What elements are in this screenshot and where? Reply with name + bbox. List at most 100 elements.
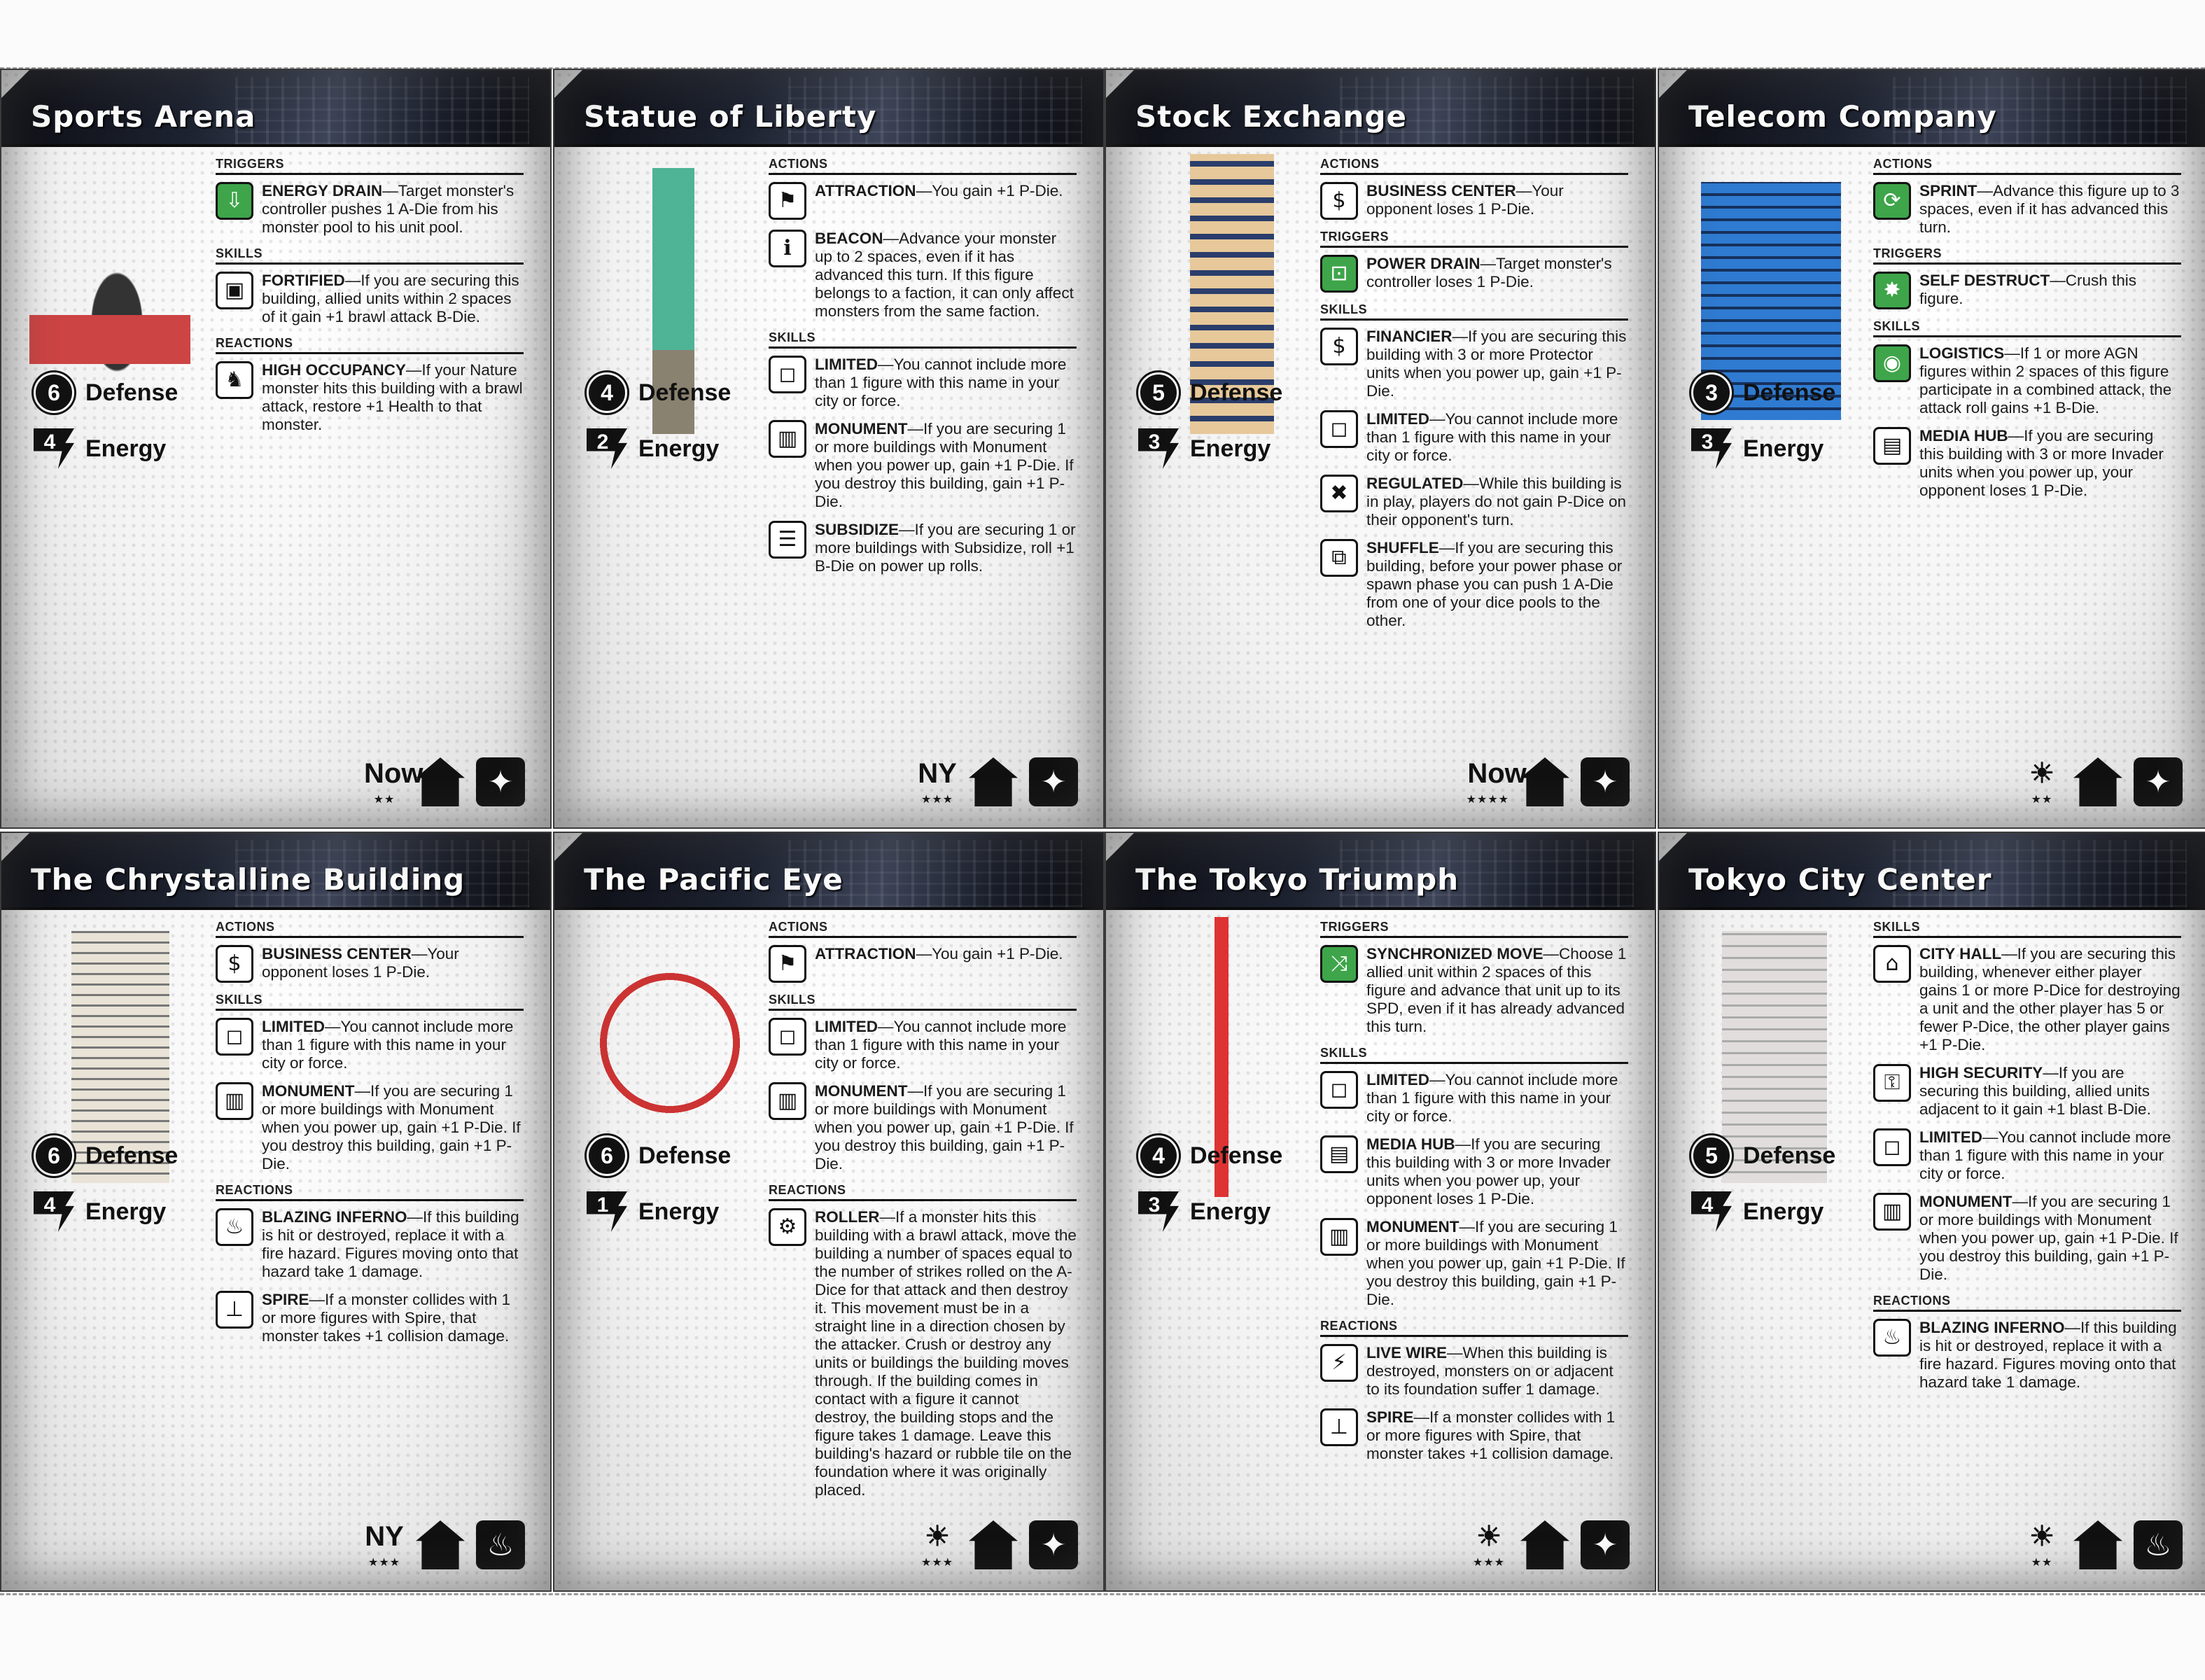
section-heading: SKILLS [769,330,1077,349]
ability-name: MONUMENT [815,1082,908,1100]
defense-label: Defense [1190,1142,1283,1169]
set-symbol: NY ★★★ [364,1518,405,1569]
building-type-icon [2073,1520,2122,1569]
building-type-icon [969,757,1018,806]
cut-line [0,1593,2205,1595]
ability-entry: $ FINANCIER—If you are securing this buil… [1320,328,1628,400]
ability-name: MONUMENT [262,1082,355,1100]
rubble-icon: ✦ [1029,1520,1078,1569]
section-heading: SKILLS [1320,1046,1628,1064]
rubble-icon: ✦ [476,757,525,806]
ability-text: BLAZING INFERNO—If this building is hit … [262,1208,524,1281]
abilities-panel: ACTIONS ⚑ ATTRACTION—You gain +1 P-Die. SKI… [769,920,1077,1509]
energy-label: Energy [638,435,720,462]
ability-entry: ▥ MONUMENT—If you are securing 1 or more … [769,420,1077,511]
ability-entry: $ BUSINESS CENTER—Your opponent loses 1 P… [1320,182,1628,220]
media-hub-icon: ▤ [1873,427,1911,465]
monument-icon: ▥ [769,1082,806,1120]
energy-label: Energy [85,1198,167,1225]
ability-entry: ◻ LIMITED—You cannot include more than 1 … [1873,1128,2181,1183]
defense-stat: 5 Defense [1138,372,1282,413]
rarity-stars: ★★ [2031,1557,2053,1569]
building-card: The Chrystalline Building 6 Defense 4 Energy… [0,832,552,1592]
defense-shield-icon: 5 [1691,1135,1732,1176]
spire-icon: ⊥ [1320,1408,1358,1446]
section-heading: ACTIONS [769,157,1077,175]
defense-shield-icon: 6 [34,1135,74,1176]
ability-text: FINANCIER—If you are securing this build… [1366,328,1628,400]
rarity-stars: ★★ [373,794,396,806]
monument-icon: ▥ [1320,1218,1358,1256]
section-heading: ACTIONS [769,920,1077,938]
ability-name: FORTIFIED [262,272,345,289]
card-title: The Tokyo Triumph [1135,862,1460,897]
defense-shield-icon: 4 [587,372,627,413]
card-footer: ☀ ★★ ♨ [2022,1518,2183,1569]
ability-entry: ⌂ CITY HALL—If you are securing this buil… [1873,945,2181,1054]
ability-name: BLAZING INFERNO [262,1208,407,1226]
defense-label: Defense [85,1142,178,1169]
ability-name: FINANCIER [1366,328,1452,345]
section-heading: ACTIONS [216,920,524,938]
defense-label: Defense [1743,379,1836,406]
regulated-icon: ✖ [1320,475,1358,512]
sprint-icon: ⟳ [1873,182,1911,220]
card-title: Sports Arena [31,99,256,134]
defense-label: Defense [638,1142,732,1169]
section-heading: SKILLS [216,246,524,265]
ability-text: LOGISTICS—If 1 or more AGN figures withi… [1919,344,2181,417]
section-heading: TRIGGERS [1320,920,1628,938]
live-wire-icon: ⚡ [1320,1344,1358,1382]
financier-icon: $ [1320,328,1358,365]
ability-text: ROLLER—If a monster hits this building w… [815,1208,1077,1499]
defense-stat: 6 Defense [34,1135,178,1176]
ability-name: MONUMENT [1919,1193,2012,1210]
ability-name: LIMITED [1366,1071,1429,1088]
ability-name: ATTRACTION [815,945,916,962]
limited-icon: ◻ [1873,1128,1911,1166]
section-heading: TRIGGERS [1873,246,2181,265]
ability-text: BUSINESS CENTER—Your opponent loses 1 P-… [1366,182,1628,220]
ability-text: SYNCHRONIZED MOVE—Choose 1 allied unit w… [1366,945,1628,1036]
section-heading: SKILLS [769,993,1077,1011]
ability-name: SYNCHRONIZED MOVE [1366,945,1544,962]
ability-name: LIMITED [1366,410,1429,428]
section-heading: ACTIONS [1873,157,2181,175]
defense-label: Defense [85,379,178,406]
ability-entry: ✸ SELF DESTRUCT—Crush this figure. [1873,272,2181,309]
ability-entry: ▣ FORTIFIED—If you are securing this buil… [216,272,524,326]
ability-text: MEDIA HUB—If you are securing this build… [1366,1135,1628,1208]
ability-text: LIMITED—You cannot include more than 1 f… [1919,1128,2181,1183]
self-destruct-icon: ✸ [1873,272,1911,309]
ability-name: SPIRE [262,1291,309,1308]
ability-text: BUSINESS CENTER—Your opponent loses 1 P-… [262,945,524,983]
ability-name: CITY HALL [1919,945,2002,962]
energy-label: Energy [1190,1198,1271,1225]
energy-stat: 3 Energy [1691,428,1823,469]
building-type-icon [969,1520,1018,1569]
ability-entry: ◻ LIMITED—You cannot include more than 1 … [216,1018,524,1072]
ability-text: MONUMENT—If you are securing 1 or more b… [815,1082,1077,1173]
business-center-icon: $ [1320,182,1358,220]
ability-text: SPIRE—If a monster collides with 1 or mo… [262,1291,524,1345]
ability-name: LIMITED [1919,1128,1982,1146]
ability-entry: ◻ LIMITED—You cannot include more than 1 … [769,356,1077,410]
building-card: Tokyo City Center 5 Defense 4 Energy SKILLS ⌂ C… [1658,832,2205,1592]
section-heading: SKILLS [216,993,524,1011]
card-title: Stock Exchange [1135,99,1408,134]
ability-text: SPRINT—Advance this figure up to 3 space… [1919,182,2181,237]
building-card: Telecom Company 3 Defense 3 Energy ACTIONS ⟳ SP… [1658,69,2205,829]
energy-stat: 2 Energy [587,428,719,469]
rarity-stars: ★★★ [1472,1557,1506,1569]
business-center-icon: $ [216,945,253,983]
ability-name: LOGISTICS [1919,344,2005,362]
section-heading: REACTIONS [1320,1319,1628,1337]
ability-text: HIGH OCCUPANCY—If your Nature monster hi… [262,361,524,434]
set-glyph: Now [364,758,424,789]
card-title: Statue of Liberty [584,99,877,134]
ability-text: CITY HALL—If you are securing this build… [1919,945,2181,1054]
ability-text: MEDIA HUB—If you are securing this build… [1919,427,2181,500]
set-symbol: ☀ ★★ [2022,1518,2062,1569]
energy-stat: 3 Energy [1138,1191,1270,1232]
ability-text: LIMITED—You cannot include more than 1 f… [262,1018,524,1072]
